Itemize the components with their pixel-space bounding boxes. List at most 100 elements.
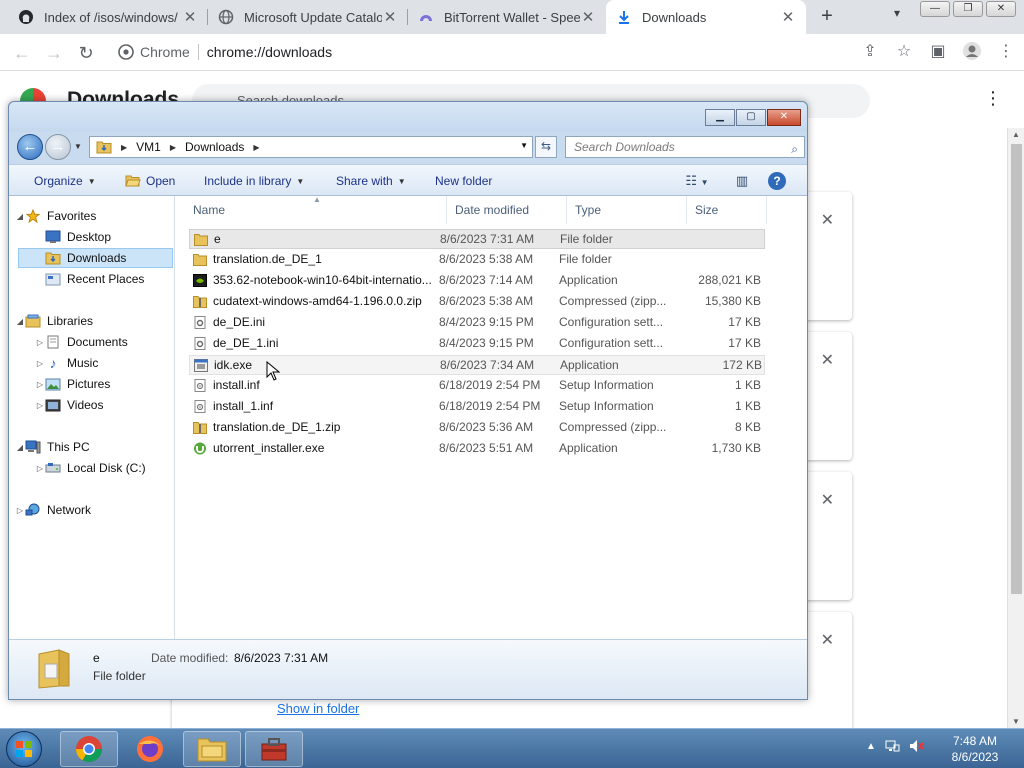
recent-locations-chevron-icon[interactable]: ▼ bbox=[74, 142, 82, 151]
minimize-button[interactable]: — bbox=[920, 1, 950, 17]
address-dropdown-icon[interactable]: ▼ bbox=[520, 141, 528, 150]
refresh-button[interactable]: ⇆ bbox=[535, 136, 557, 158]
remove-download-icon[interactable]: ✕ bbox=[821, 490, 834, 510]
kebab-menu-icon[interactable]: ⋮ bbox=[996, 41, 1016, 63]
file-row[interactable]: utorrent_installer.exe 8/6/2023 5:51 AM … bbox=[189, 439, 765, 459]
column-header-type[interactable]: Type bbox=[567, 196, 687, 224]
back-button[interactable]: ← bbox=[10, 41, 34, 65]
restore-button[interactable]: ❐ bbox=[953, 1, 983, 17]
taskbar-firefox[interactable] bbox=[121, 731, 179, 767]
explorer-search-input[interactable]: Search Downloads ⌕ bbox=[565, 136, 805, 158]
show-in-folder-link[interactable]: Show in folder bbox=[277, 701, 359, 716]
nav-this-pc[interactable]: ◢ This PC bbox=[9, 437, 173, 457]
explorer-title-bar[interactable]: ▁ ▢ ✕ bbox=[9, 102, 807, 132]
explorer-window: ▁ ▢ ✕ ← → ▼ ▶ VM1 ▶ Downloads ▶ ▼ ⇆ Sear… bbox=[8, 101, 808, 700]
explorer-forward-button[interactable]: → bbox=[45, 134, 71, 160]
network-status-icon[interactable] bbox=[884, 738, 900, 754]
nav-music[interactable]: ▷ ♪ Music bbox=[9, 353, 173, 373]
scroll-down-icon[interactable]: ▼ bbox=[1012, 717, 1020, 726]
nav-favorites[interactable]: ◢ Favorites bbox=[9, 206, 173, 226]
open-button[interactable]: Open bbox=[125, 174, 175, 188]
folder-icon bbox=[194, 234, 208, 246]
close-icon[interactable]: ✕ bbox=[182, 8, 198, 26]
libraries-icon bbox=[25, 314, 41, 328]
file-row[interactable]: 353.62-notebook-win10-64bit-internatio..… bbox=[189, 271, 765, 291]
explorer-close-button[interactable]: ✕ bbox=[767, 109, 801, 126]
close-icon[interactable]: ✕ bbox=[382, 8, 398, 26]
remove-download-icon[interactable]: ✕ bbox=[821, 630, 834, 650]
file-name: de_DE_1.ini bbox=[213, 336, 279, 350]
breadcrumb-downloads[interactable]: Downloads bbox=[185, 140, 244, 154]
tab-search-chevron-icon[interactable]: ▾ bbox=[894, 6, 900, 20]
file-row[interactable]: de_DE.ini 8/4/2023 9:15 PM Configuration… bbox=[189, 313, 765, 333]
zip-folder-icon bbox=[193, 296, 207, 308]
new-folder-button[interactable]: New folder bbox=[435, 174, 492, 188]
remove-download-icon[interactable]: ✕ bbox=[821, 210, 834, 230]
preview-pane-icon[interactable]: ▥ bbox=[731, 171, 753, 191]
tab-index-isos[interactable]: Index of /isos/windows/ ✕ bbox=[8, 0, 208, 34]
new-tab-button[interactable]: + bbox=[815, 4, 839, 28]
start-button[interactable] bbox=[6, 731, 42, 767]
nav-desktop[interactable]: Desktop bbox=[9, 227, 173, 247]
explorer-address-bar[interactable]: ▶ VM1 ▶ Downloads ▶ ▼ bbox=[89, 136, 533, 158]
volume-muted-icon[interactable] bbox=[908, 738, 924, 754]
scroll-up-icon[interactable]: ▲ bbox=[1012, 130, 1020, 139]
close-icon[interactable]: ✕ bbox=[780, 8, 796, 26]
taskbar-clock[interactable]: 7:48 AM 8/6/2023 bbox=[940, 733, 1010, 765]
nav-videos[interactable]: ▷ Videos bbox=[9, 395, 173, 415]
nav-documents[interactable]: ▷ Documents bbox=[9, 332, 173, 352]
reload-button[interactable]: ↻ bbox=[74, 41, 98, 65]
zip-folder-icon bbox=[193, 422, 207, 434]
remove-download-icon[interactable]: ✕ bbox=[821, 350, 834, 370]
breadcrumb-vm1[interactable]: VM1 bbox=[136, 140, 161, 154]
file-row[interactable]: cudatext-windows-amd64-1.196.0.0.zip 8/6… bbox=[189, 292, 765, 312]
scrollbar-thumb[interactable] bbox=[1011, 144, 1022, 594]
address-bar[interactable]: Chrome chrome://downloads bbox=[108, 37, 848, 67]
file-date: 6/18/2019 2:54 PM bbox=[439, 378, 541, 392]
taskbar-chrome[interactable] bbox=[60, 731, 118, 767]
close-window-button[interactable]: ✕ bbox=[986, 1, 1016, 17]
nav-pictures[interactable]: ▷ Pictures bbox=[9, 374, 173, 394]
change-view-button[interactable]: ☷ ▼ bbox=[677, 171, 717, 191]
file-row-e[interactable]: e 8/6/2023 7:31 AM File folder bbox=[189, 229, 765, 249]
downloads-menu-icon[interactable]: ⋮ bbox=[984, 88, 1002, 109]
column-header-date[interactable]: Date modified bbox=[447, 196, 567, 224]
taskbar-file-explorer[interactable] bbox=[183, 731, 241, 767]
nav-label: Local Disk (C:) bbox=[67, 461, 146, 475]
file-row[interactable]: translation.de_DE_1.zip 8/6/2023 5:36 AM… bbox=[189, 418, 765, 438]
profile-avatar-icon[interactable] bbox=[962, 41, 982, 63]
tab-microsoft-update[interactable]: Microsoft Update Catalog ✕ bbox=[208, 0, 408, 34]
nav-local-disk[interactable]: ▷ Local Disk (C:) bbox=[9, 458, 173, 478]
file-row[interactable]: de_DE_1.ini 8/4/2023 9:15 PM Configurati… bbox=[189, 334, 765, 354]
include-in-library-button[interactable]: Include in library ▼ bbox=[204, 174, 304, 188]
nav-network[interactable]: ▷ Network bbox=[9, 500, 173, 520]
share-icon[interactable]: ⇪ bbox=[860, 41, 880, 63]
page-scrollbar[interactable]: ▲ ▼ bbox=[1007, 128, 1024, 728]
bookmark-star-icon[interactable]: ☆ bbox=[894, 41, 914, 63]
side-panel-icon[interactable]: ▣ bbox=[928, 41, 948, 63]
column-header-size[interactable]: Size bbox=[687, 196, 767, 224]
share-with-button[interactable]: Share with ▼ bbox=[336, 174, 406, 188]
explorer-minimize-button[interactable]: ▁ bbox=[705, 109, 735, 126]
explorer-back-button[interactable]: ← bbox=[17, 134, 43, 160]
file-size: 17 KB bbox=[728, 315, 761, 329]
close-icon[interactable]: ✕ bbox=[580, 8, 596, 26]
newfolder-label: New folder bbox=[435, 174, 493, 188]
column-header-name[interactable]: Name ▲ bbox=[185, 195, 447, 224]
taskbar-toolbox[interactable] bbox=[245, 731, 303, 767]
file-size: 1 KB bbox=[734, 399, 761, 413]
show-hidden-icons-icon[interactable]: ▲ bbox=[866, 741, 876, 752]
explorer-maximize-button[interactable]: ▢ bbox=[736, 109, 766, 126]
file-row[interactable]: install_1.inf 6/18/2019 2:54 PM Setup In… bbox=[189, 397, 765, 417]
nav-label: Recent Places bbox=[67, 272, 145, 286]
organize-button[interactable]: Organize ▼ bbox=[34, 174, 96, 188]
url-text: chrome://downloads bbox=[206, 44, 333, 60]
tab-bittorrent-wallet[interactable]: BitTorrent Wallet - Speed ✕ bbox=[408, 0, 606, 34]
help-button[interactable]: ? bbox=[766, 171, 788, 191]
forward-button[interactable]: → bbox=[42, 41, 66, 65]
nav-recent-places[interactable]: Recent Places bbox=[9, 269, 173, 289]
tab-downloads[interactable]: Downloads ✕ bbox=[606, 0, 806, 34]
nav-libraries[interactable]: ◢ Libraries bbox=[9, 311, 173, 331]
nav-downloads[interactable]: Downloads bbox=[18, 248, 173, 268]
file-row[interactable]: translation.de_DE_1 8/6/2023 5:38 AM Fil… bbox=[189, 250, 765, 270]
